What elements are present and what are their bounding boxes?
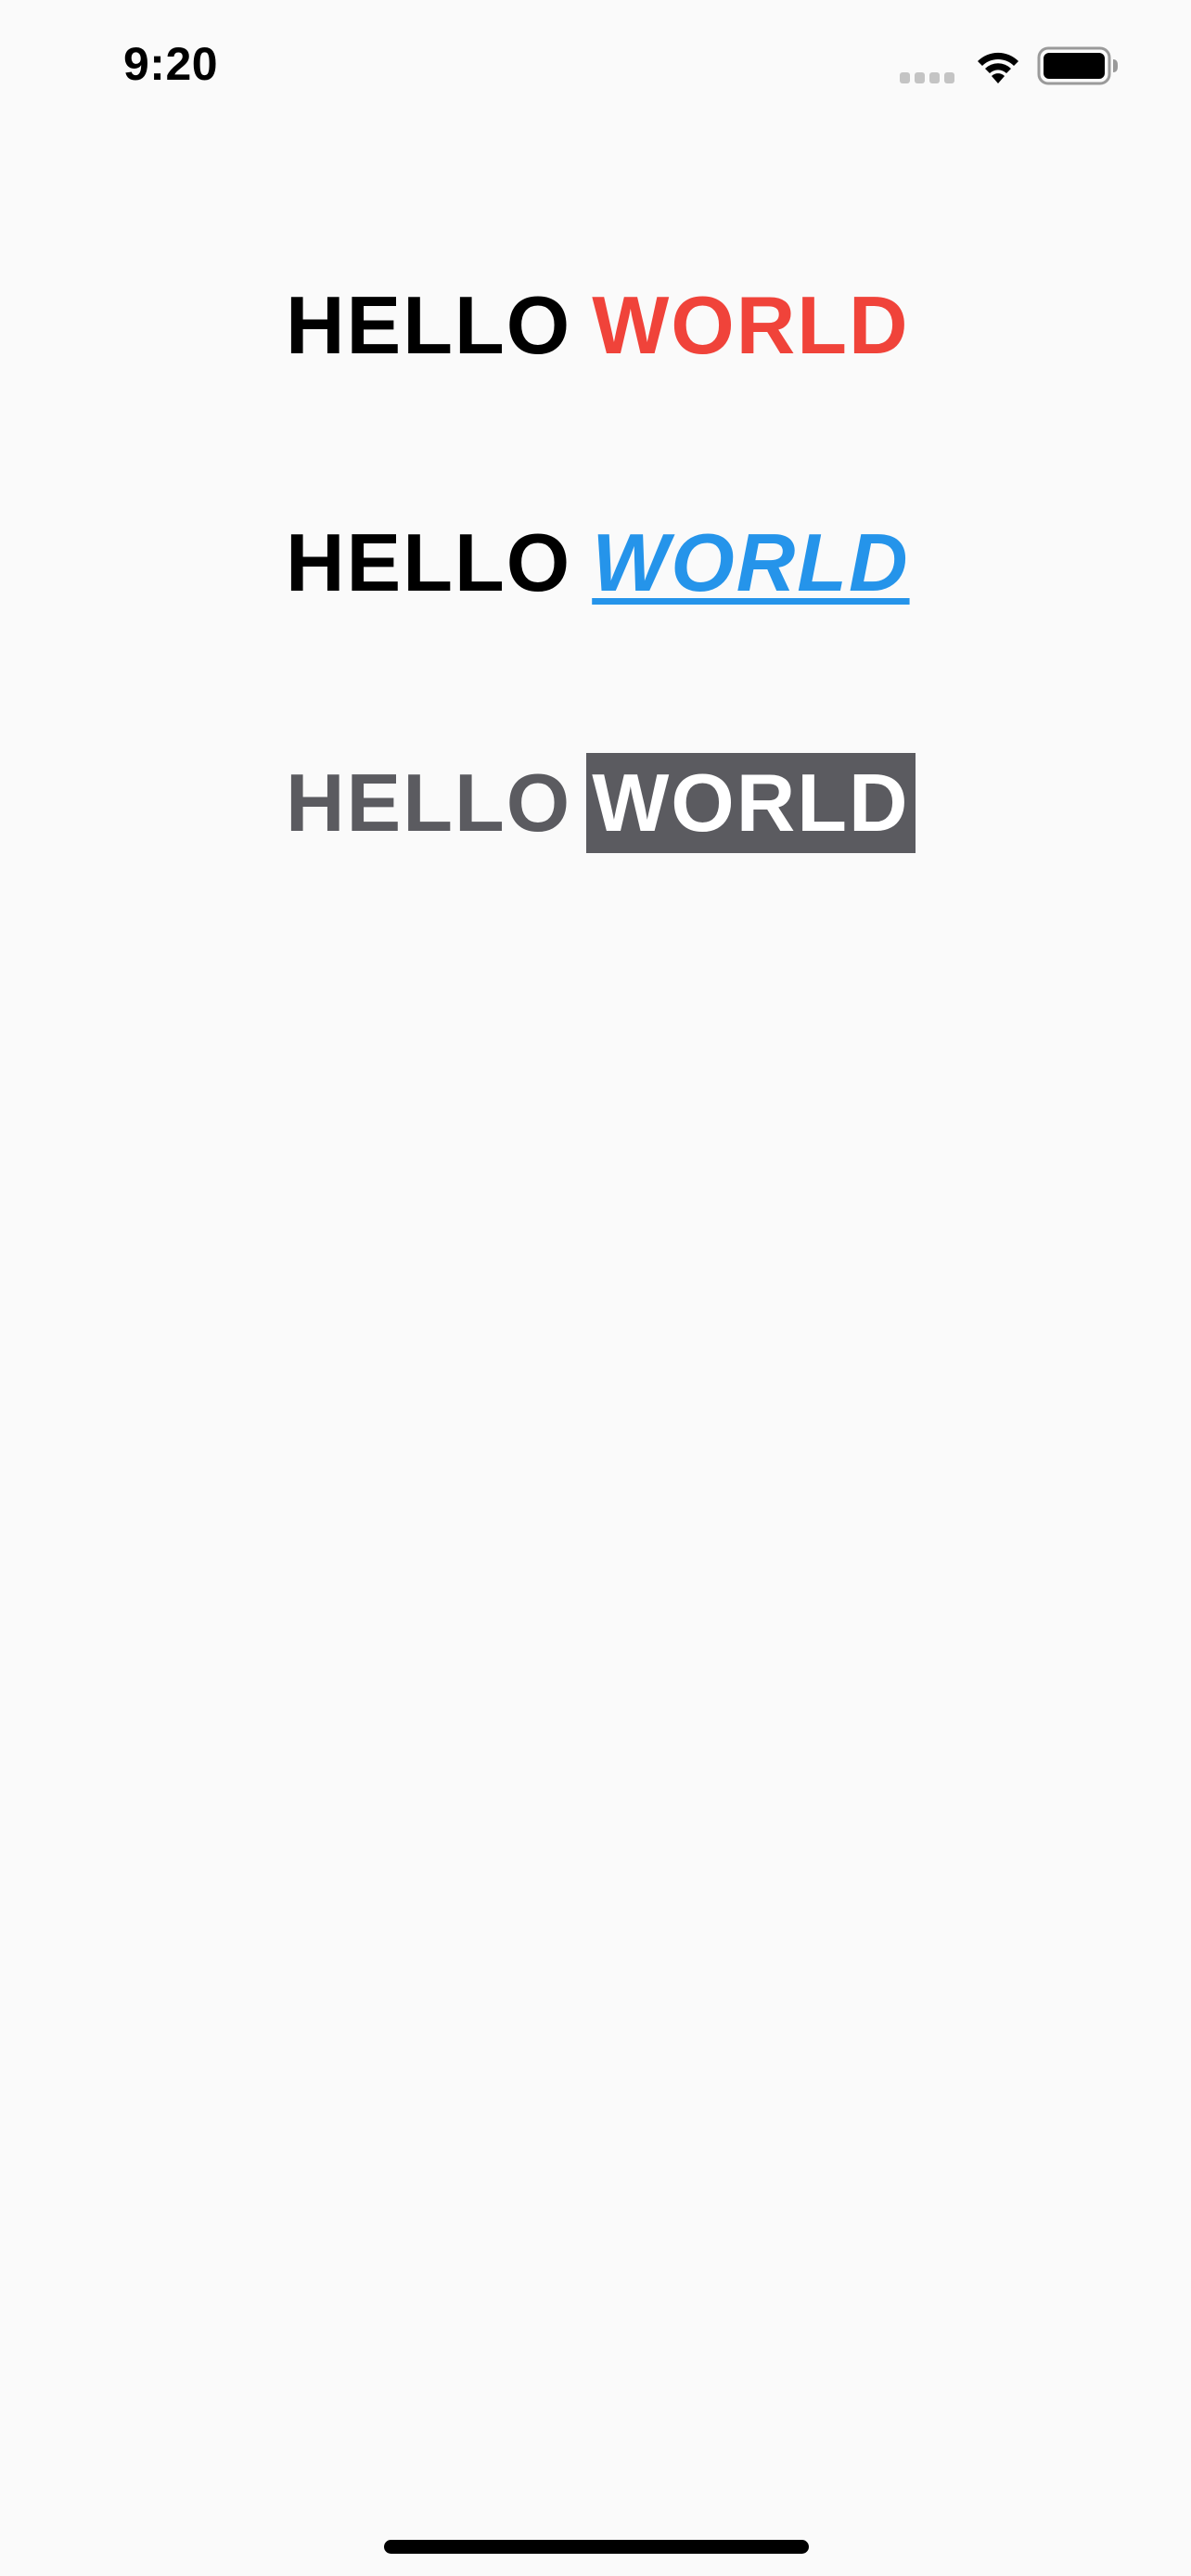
hello-world-line-red: HELLO WORLD	[286, 278, 916, 380]
status-bar: 9:20	[0, 0, 1191, 130]
world-text-red: WORLD	[592, 279, 910, 371]
world-text-highlighted: WORLD	[586, 753, 916, 853]
wifi-icon	[978, 52, 1018, 83]
hello-world-line-blue: HELLO WORLD	[286, 516, 916, 618]
hello-text-gray: HELLO	[286, 757, 572, 848]
hello-text: HELLO	[286, 279, 572, 371]
battery-icon	[1037, 46, 1118, 85]
cellular-signal-icon	[900, 72, 957, 85]
home-indicator[interactable]	[384, 2540, 809, 2554]
world-text-blue-underlined: WORLD	[592, 516, 910, 608]
hello-world-line-highlight: HELLO WORLD	[286, 753, 916, 855]
status-time: 9:20	[123, 38, 219, 90]
hello-text: HELLO	[286, 516, 572, 608]
